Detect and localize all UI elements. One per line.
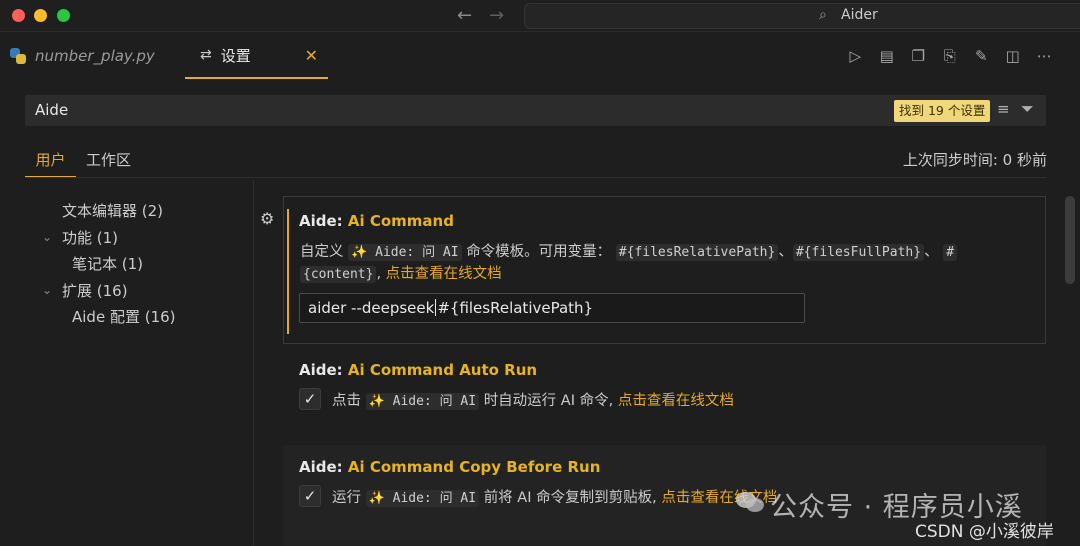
python-file-icon [10,48,26,64]
code-variable: #{filesRelativePath} [615,244,779,261]
open-preview-icon[interactable]: ▤ [871,47,903,65]
editor-tab-bar: number_play.py ⇄ 设置 ✕ ▷ ▤ ❐ ⎘ ✎ ◫ ⋯ [0,33,1080,79]
focus-indicator [287,209,289,334]
docs-link[interactable]: 点击查看在线文档 [618,393,734,409]
ai-command-input[interactable]: aider --deepseek #{filesRelativePath} [299,293,805,323]
code-variable: {content} [300,266,377,283]
setting-category: Aide: [299,458,348,476]
command-center-label: Aider [841,7,878,23]
scrollbar-thumb[interactable] [1065,196,1075,284]
tab-settings[interactable]: ⇄ 设置 ✕ [185,33,328,79]
forward-arrow-icon[interactable]: → [489,5,504,26]
filter-icon[interactable]: ⏷ [1021,99,1034,119]
title-bar: ← → ⌕ Aider [0,0,1080,32]
open-json-icon[interactable]: ⎘ [934,47,966,65]
settings-sliders-icon: ⇄ [200,47,212,63]
setting-name: Ai Command Copy Before Run [347,458,601,476]
setting-title: Aide: Ai Command Auto Run [299,361,537,379]
desc-text: 时自动运行 AI 命令, [483,393,618,409]
setting-name: Ai Command Auto Run [347,361,538,379]
more-actions-icon[interactable]: ⋯ [1029,47,1061,65]
divider [25,177,1046,178]
sync-status: 上次同步时间: 0 秒前 [902,151,1047,169]
setting-title: Aide: Ai Command [299,212,454,230]
search-value: Aide [35,101,69,119]
input-text: aider --deepseek [308,299,435,317]
code-variable: # [943,244,958,261]
desc-text: 自定义 [300,244,344,260]
clear-filter-icon[interactable]: ≡ [997,100,1010,118]
toc-item-notebook[interactable]: 笔记本 (1) [72,253,143,274]
setting-description-line2: {content}, 点击查看在线文档 [300,262,502,283]
edit-icon[interactable]: ✎ [966,47,998,65]
toc-item-features[interactable]: 功能 (1) [62,227,118,248]
close-icon[interactable]: ✕ [305,46,318,65]
separator: 、 [924,244,939,260]
code-command: ✨ Aide: 问 AI [365,490,480,507]
open-file-icon[interactable]: ❐ [903,47,935,65]
toc-item-text-editor[interactable]: 文本编辑器 (2) [62,200,163,221]
settings-search-input[interactable]: Aide 找到 19 个设置 ≡ ⏷ [25,95,1046,126]
run-icon[interactable]: ▷ [840,47,872,65]
input-text: #{filesRelativePath} [437,299,594,317]
separator: , [376,266,386,282]
tab-number-play[interactable]: number_play.py [10,33,155,79]
toc-item-extensions[interactable]: 扩展 (16) [62,280,128,301]
tab-label: 设置 [220,46,251,65]
maximize-window-button[interactable] [57,9,70,22]
command-center-search[interactable]: ⌕ Aider [524,3,1080,29]
toc-item-aide-config[interactable]: Aide 配置 (16) [72,306,176,327]
chevron-down-icon[interactable]: ⌄ [42,283,52,297]
code-command: ✨ Aide: 问 AI [348,244,462,261]
desc-text: 运行 [332,490,361,506]
setting-description: 点击 ✨ Aide: 问 AI 时自动运行 AI 命令, 点击查看在线文档 [332,389,734,410]
setting-title: Aide: Ai Command Copy Before Run [299,458,600,476]
gear-icon[interactable]: ⚙ [260,209,274,228]
setting-description: 运行 ✨ Aide: 问 AI 前将 AI 命令复制到剪贴板, 点击查看在线文档 [332,486,777,507]
code-command: ✨ Aide: 问 AI [365,393,480,410]
tab-label: number_play.py [35,47,155,65]
minimize-window-button[interactable] [34,9,47,22]
desc-text: 命令模板。可用变量： [466,244,612,260]
editor-actions: ▷ ▤ ❐ ⎘ ✎ ◫ ⋯ [840,47,1061,65]
tab-workspace-scope[interactable]: 工作区 [86,149,131,177]
setting-name: Ai Command [347,212,454,230]
toc-divider [253,180,254,546]
search-icon: ⌕ [819,7,827,23]
code-variable: #{filesFullPath} [792,244,925,261]
setting-description: 自定义 ✨ Aide: 问 AI 命令模板。可用变量： #{filesRelat… [300,240,958,261]
close-window-button[interactable] [12,9,25,22]
copy-before-run-checkbox[interactable]: ✓ [299,485,321,507]
auto-run-checkbox[interactable]: ✓ [299,388,321,410]
desc-text: 点击 [332,393,361,409]
setting-category: Aide: [299,361,348,379]
watermark-csdn: CSDN @小溪彼岸 [915,522,1054,542]
chevron-down-icon[interactable]: ⌄ [42,230,52,244]
wechat-logo-icon [736,492,764,512]
docs-link[interactable]: 点击查看在线文档 [386,266,502,282]
setting-category: Aide: [299,212,348,230]
separator: 、 [778,244,793,260]
desc-text: 前将 AI 命令复制到剪贴板, [483,490,662,506]
results-count-badge: 找到 19 个设置 [894,100,991,122]
back-arrow-icon[interactable]: ← [457,5,472,26]
tab-user-scope[interactable]: 用户 [25,149,76,177]
split-editor-icon[interactable]: ◫ [997,47,1029,65]
